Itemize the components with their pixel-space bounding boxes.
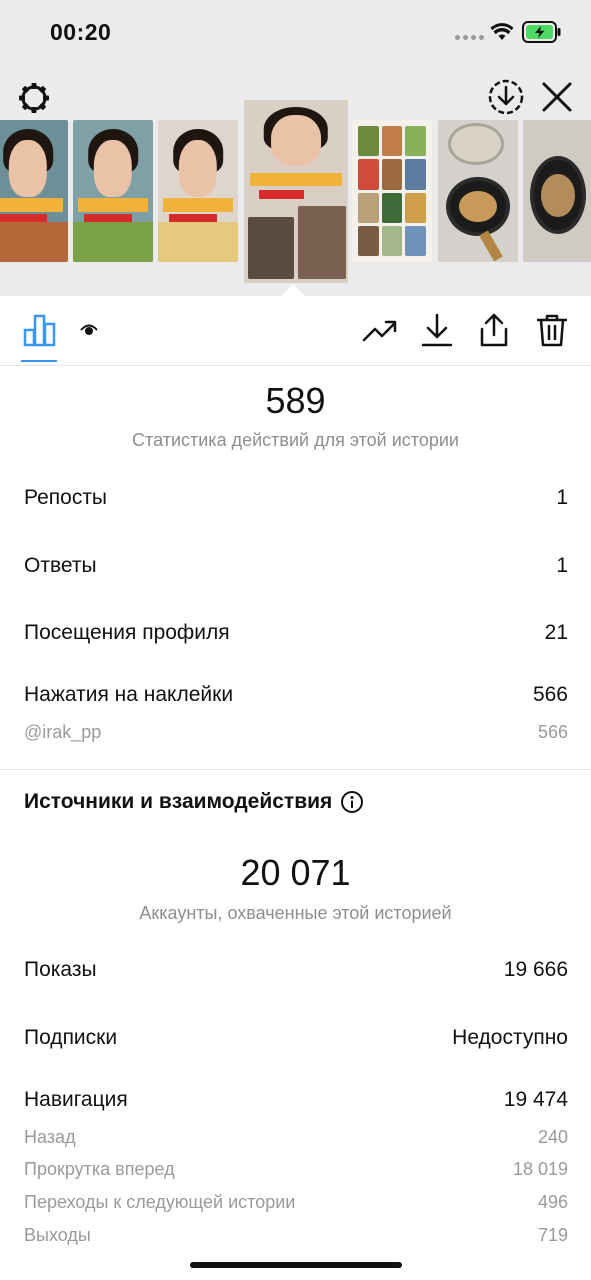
stat-sub-value: 18 019 — [512, 1159, 568, 1179]
battery-icon — [522, 21, 561, 43]
stat-label: Ответы — [24, 554, 97, 577]
info-icon[interactable] — [340, 790, 364, 814]
stat-row-next-story: Переходы к следующей истории 496 — [24, 1192, 568, 1213]
stat-label: Подписки — [24, 1026, 118, 1049]
stat-sub-value: 719 — [537, 1225, 568, 1245]
story-thumbnail-selected[interactable] — [244, 100, 348, 283]
story-insights-screen: 00:20 589 Статистика действий для этой и… — [0, 0, 591, 1280]
stat-row-forward: Прокрутка вперед 18 019 — [24, 1159, 568, 1180]
story-thumbnail[interactable] — [73, 120, 153, 262]
section-title: Источники и взаимодействия — [24, 790, 333, 813]
stat-value: Недоступно — [452, 1026, 568, 1049]
bar-chart-icon[interactable] — [22, 312, 58, 348]
close-icon[interactable] — [540, 80, 574, 114]
stat-sub-label: @irak_pp — [24, 722, 102, 742]
stat-row-profile-visits: Посещения профиля 21 — [24, 621, 568, 645]
stat-row-shares: Репосты 1 — [24, 486, 568, 510]
stat-row-replies: Ответы 1 — [24, 554, 568, 578]
status-time: 00:20 — [50, 19, 112, 45]
eye-icon[interactable] — [80, 322, 98, 336]
gear-icon[interactable] — [16, 80, 52, 116]
story-thumbnails — [0, 100, 591, 285]
story-thumbnail[interactable] — [438, 120, 518, 262]
stat-label: Показы — [24, 958, 97, 981]
stat-value: 19 666 — [503, 958, 568, 981]
status-bar: 00:20 — [0, 0, 591, 64]
selected-story-pointer — [281, 284, 305, 296]
section-divider — [0, 769, 591, 770]
trending-up-icon[interactable] — [362, 312, 398, 348]
stat-value: 1 — [556, 486, 568, 509]
stat-label: Навигация — [24, 1088, 128, 1111]
story-thumbnail[interactable] — [352, 120, 432, 262]
download-circle-icon[interactable] — [487, 78, 525, 116]
stat-label: Посещения профиля — [24, 621, 230, 644]
total-actions-count: 589 — [265, 380, 326, 421]
stat-sub-label: Назад — [24, 1127, 76, 1147]
stat-row-back: Назад 240 — [24, 1127, 568, 1148]
discovery-section-header: Источники и взаимодействия — [24, 790, 364, 814]
stat-sub-value: 240 — [537, 1127, 568, 1147]
story-thumbnail[interactable] — [523, 120, 591, 262]
story-thumbnail[interactable] — [0, 120, 68, 262]
stat-row-impressions: Показы 19 666 — [24, 958, 568, 982]
active-tab-indicator — [21, 360, 57, 362]
download-icon[interactable] — [419, 312, 455, 348]
stat-value: 566 — [532, 683, 568, 706]
stat-value: 21 — [544, 621, 568, 644]
cellular-signal-icon — [455, 35, 484, 40]
stat-value: 19 474 — [503, 1088, 568, 1111]
trash-icon[interactable] — [534, 312, 570, 348]
wifi-icon — [490, 23, 514, 40]
stat-sub-value: 496 — [537, 1192, 568, 1212]
stat-row-navigation: Навигация 19 474 — [24, 1088, 568, 1112]
stat-row-follows: Подписки Недоступно — [24, 1026, 568, 1050]
total-actions-caption: Статистика действий для этой истории — [132, 430, 459, 450]
reach-caption: Аккаунты, охваченные этой историей — [139, 903, 452, 923]
reach-count: 20 071 — [240, 852, 351, 893]
stat-label: Нажатия на наклейки — [24, 683, 234, 706]
story-thumbnail[interactable] — [158, 120, 238, 262]
stat-row-sticker-mention: @irak_pp 566 — [24, 722, 568, 743]
stat-sub-label: Выходы — [24, 1225, 91, 1245]
insights-toolbar — [0, 296, 591, 366]
stat-sub-value: 566 — [537, 722, 568, 742]
stat-row-sticker-taps: Нажатия на наклейки 566 — [24, 683, 568, 707]
share-icon[interactable] — [476, 312, 512, 348]
stat-value: 1 — [556, 554, 568, 577]
stat-sub-label: Прокрутка вперед — [24, 1159, 175, 1179]
stat-label: Репосты — [24, 486, 108, 509]
story-header: 00:20 — [0, 0, 591, 296]
stat-row-exits: Выходы 719 — [24, 1225, 568, 1246]
stat-sub-label: Переходы к следующей истории — [24, 1192, 296, 1212]
home-indicator[interactable] — [190, 1262, 402, 1268]
